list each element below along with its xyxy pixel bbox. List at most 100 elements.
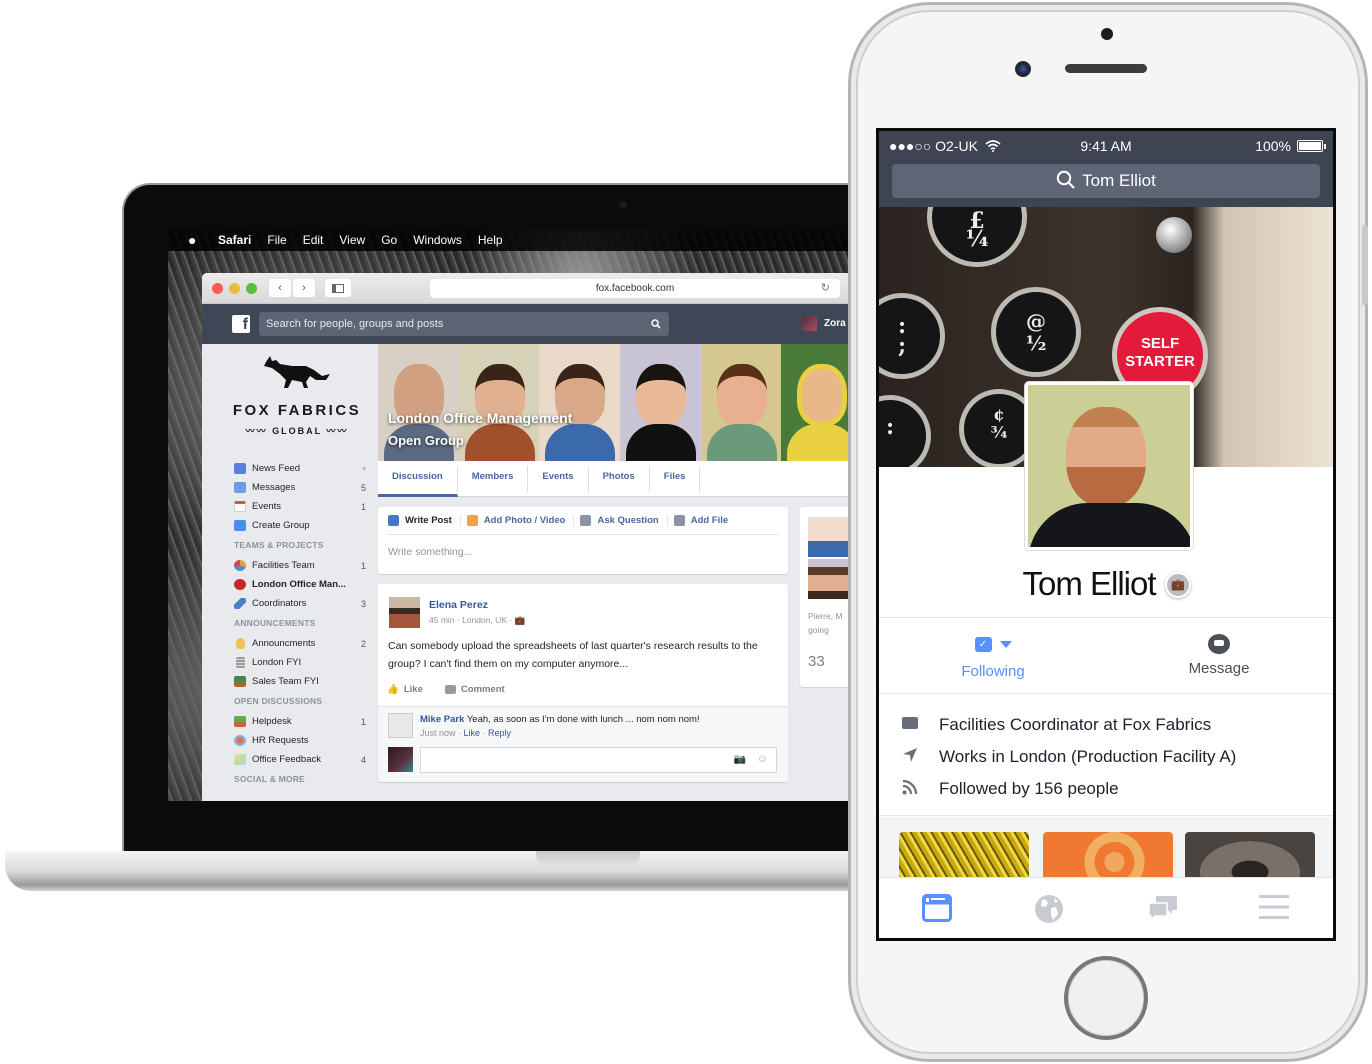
menu-file[interactable]: File (267, 233, 286, 247)
phone-camera (1015, 61, 1031, 77)
reload-icon[interactable]: ↻ (821, 279, 830, 298)
tab-discussion[interactable]: Discussion (378, 466, 458, 497)
comment-time: Just now (420, 728, 456, 738)
sidebar-item-label: Sales Team FYI (252, 676, 319, 687)
photo-thumbnail[interactable] (1043, 832, 1173, 882)
following-button[interactable]: ✓ Following (933, 631, 1053, 691)
sidebar-item-coordinators[interactable]: Coordinators 3 (234, 594, 366, 613)
comment: Mike Park Yeah, as soon as I'm done with… (420, 714, 700, 725)
create-group-icon (234, 520, 246, 531)
tab-files[interactable]: Files (650, 466, 701, 492)
menu-edit[interactable]: Edit (303, 233, 324, 247)
sidebar-item-label: News Feed (252, 463, 301, 474)
comment-input[interactable]: 📷 ☺ (420, 747, 777, 773)
emoji-icon[interactable]: ☺ (757, 753, 768, 765)
message-icon (1208, 634, 1230, 654)
photo-thumbnail[interactable] (899, 832, 1029, 882)
sidebar-item-events[interactable]: Events 1 (234, 497, 366, 516)
member-photo[interactable] (808, 517, 852, 557)
menu-view[interactable]: View (339, 233, 365, 247)
link-icon (234, 598, 246, 609)
ios-header: ●●●○○ O2-UK 9:41 AM 100% Tom Elliot (879, 131, 1333, 207)
laptop-screen: ● Safari File Edit View Go Windows Help … (168, 229, 858, 801)
back-button[interactable]: ‹ (269, 279, 291, 297)
write-something-input[interactable]: Write something... (378, 535, 788, 569)
sidebar-item-hr-requests[interactable]: HR Requests (234, 731, 366, 750)
sidebar-toggle-icon[interactable] (325, 279, 351, 297)
battery-icon (1297, 140, 1326, 152)
minimize-window-button[interactable] (229, 282, 240, 294)
comment-author-link[interactable]: Mike Park (420, 714, 464, 725)
facebook-logo-icon[interactable]: f (232, 315, 250, 333)
sidebar-item-sales-team-fyi[interactable]: Sales Team FYI (234, 672, 366, 691)
comment-like-link[interactable]: Like (464, 728, 481, 738)
tab-events[interactable]: Events (528, 466, 589, 492)
phone-screen: ●●●○○ O2-UK 9:41 AM 100% Tom Elliot £ ¼ :… (876, 128, 1336, 941)
following-check-icon: ✓ (974, 636, 992, 652)
sidebar-item-announcements[interactable]: Announcments 2 (234, 634, 366, 653)
user-profile-link[interactable]: Zora (802, 316, 846, 331)
sidebar-item-office-feedback[interactable]: Office Feedback 4 (234, 750, 366, 769)
add-photo-video-button[interactable]: Add Photo / Video (466, 515, 575, 526)
zoom-window-button[interactable] (246, 282, 257, 294)
apple-icon[interactable]: ● (188, 232, 202, 248)
photo-thumbnail[interactable] (1185, 832, 1315, 882)
about-work[interactable]: Facilities Coordinator at Fox Fabrics (901, 709, 1236, 741)
work-badge-icon[interactable]: 💼 (1165, 572, 1191, 598)
menu-app-name[interactable]: Safari (218, 233, 251, 247)
sidebar-item-count: 5 (360, 482, 366, 493)
sidebar-item-news-feed[interactable]: News Feed ▾ (234, 459, 366, 478)
post-author-link[interactable]: Elena Perez (429, 599, 488, 611)
write-post-button[interactable]: Write Post (388, 515, 461, 526)
add-file-button[interactable]: Add File (673, 515, 736, 526)
rss-icon (901, 779, 919, 800)
search-input[interactable]: Tom Elliot (892, 164, 1320, 198)
home-button[interactable] (1064, 956, 1148, 1040)
member-photo[interactable] (808, 559, 852, 599)
tab-news-feed[interactable] (922, 894, 952, 922)
comment-button[interactable]: Comment (444, 684, 505, 695)
tab-photos[interactable]: Photos (589, 466, 650, 492)
chevron-down-icon[interactable]: ▾ (356, 465, 366, 473)
about-followers[interactable]: Followed by 156 people (901, 773, 1236, 805)
search-icon[interactable] (651, 312, 661, 336)
like-button[interactable]: 👍 Like (387, 684, 423, 695)
sidebar-item-create-group[interactable]: Create Group (234, 516, 366, 535)
menu-help[interactable]: Help (478, 233, 503, 247)
search-input[interactable]: Search for people, groups and posts (259, 312, 669, 336)
menu-windows[interactable]: Windows (413, 233, 462, 247)
button-label: Add File (690, 515, 729, 526)
profile-photo[interactable] (1025, 382, 1193, 550)
comment-section: Mike Park Yeah, as soon as I'm done with… (378, 706, 788, 782)
sidebar-item-london-office[interactable]: London Office Man... (234, 575, 366, 594)
sidebar-item-facilities-team[interactable]: Facilities Team 1 (234, 556, 366, 575)
sidebar-item-label: Messages (252, 482, 296, 493)
tab-members[interactable]: Members (458, 466, 529, 492)
comment-reply-link[interactable]: Reply (488, 728, 511, 738)
tab-menu[interactable] (1259, 894, 1289, 922)
events-icon (234, 501, 246, 512)
tab-messages[interactable] (1147, 894, 1177, 922)
camera-icon[interactable]: 📷 (734, 754, 746, 765)
caret-down-icon[interactable] (999, 640, 1012, 648)
close-window-button[interactable] (212, 282, 223, 294)
section-title-teams: TEAMS & PROJECTS (234, 540, 324, 550)
url-text: fox.facebook.com (595, 283, 675, 294)
sidebar-item-helpdesk[interactable]: Helpdesk 1 (234, 712, 366, 731)
tab-globe[interactable] (1034, 894, 1064, 923)
member-photo (539, 344, 621, 461)
house-icon (234, 676, 246, 687)
avatar[interactable] (389, 597, 420, 628)
about-location[interactable]: Works in London (Production Facility A) (901, 741, 1236, 773)
facilities-team-icon (234, 560, 246, 571)
sidebar-item-messages[interactable]: Messages 5 (234, 478, 366, 497)
ask-question-button[interactable]: Ask Question (580, 515, 668, 526)
menu-go[interactable]: Go (381, 233, 397, 247)
forward-button[interactable]: › (293, 279, 315, 297)
url-bar[interactable]: fox.facebook.com ↻ (430, 279, 840, 298)
photo-strip (879, 817, 1333, 882)
feed-post: Elena Perez 45 min · London, UK · 💼 Can … (378, 584, 788, 782)
avatar[interactable] (388, 713, 413, 738)
message-button[interactable]: Message (1159, 631, 1279, 691)
sidebar-item-london-fyi[interactable]: London FYI (234, 653, 366, 672)
